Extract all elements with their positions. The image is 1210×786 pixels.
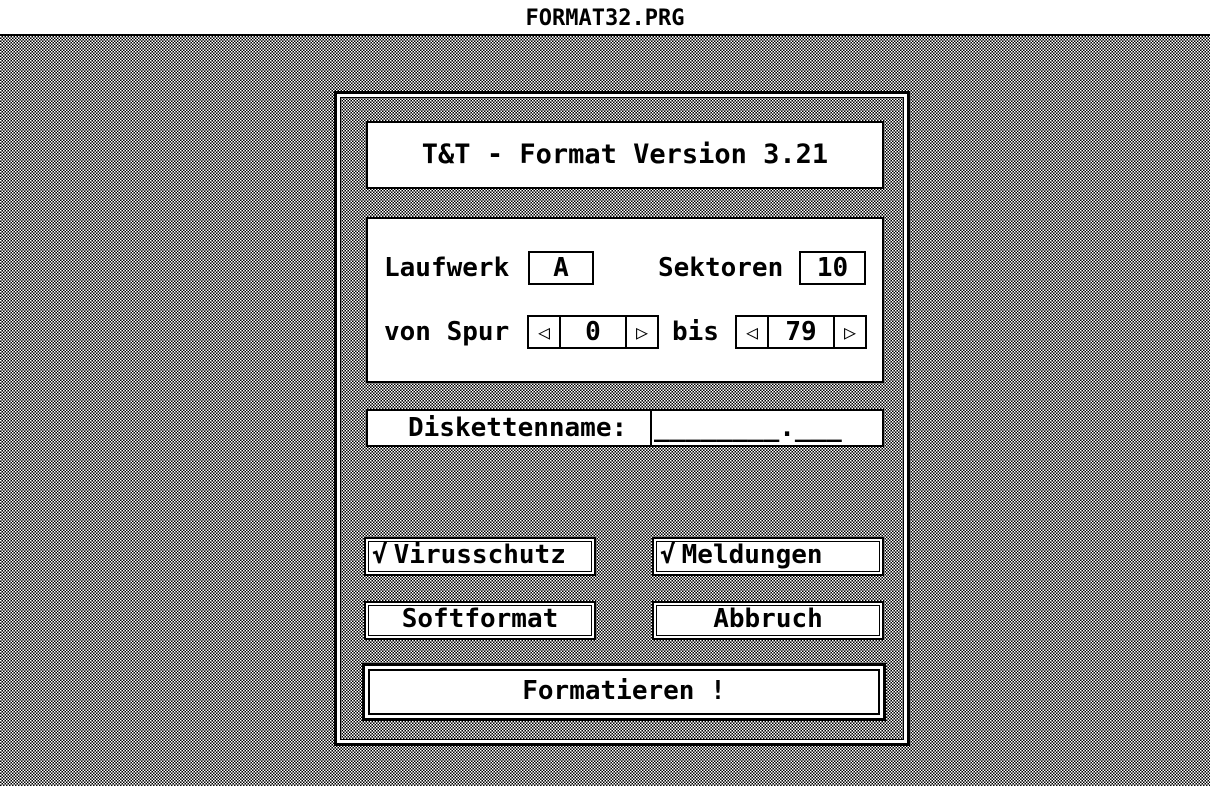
window-title-bar[interactable]: FORMAT32.PRG	[0, 0, 1210, 36]
format-dialog: T&T - Format Version 3.21 Laufwerk A Sek…	[334, 91, 910, 746]
drive-label: Laufwerk	[384, 253, 510, 283]
messages-label: Meldungen	[681, 540, 823, 570]
track-to-value[interactable]: 79	[769, 317, 833, 347]
window-title: FORMAT32.PRG	[525, 6, 685, 31]
arrow-left-icon[interactable]: ◁	[529, 317, 561, 347]
arrow-right-icon[interactable]: ▷	[625, 317, 657, 347]
drive-field[interactable]: A	[528, 251, 594, 285]
disk-name-box: Diskettenname: ________.___	[366, 409, 884, 447]
dialog-heading: T&T - Format Version 3.21	[421, 139, 829, 170]
arrow-left-icon[interactable]: ◁	[737, 317, 769, 347]
sectors-field[interactable]: 10	[799, 251, 866, 285]
disk-name-input[interactable]: ________.___	[650, 411, 850, 445]
cancel-button[interactable]: Abbruch	[652, 601, 884, 640]
disk-name-label: Diskettenname:	[408, 413, 628, 443]
checkmark-icon: √	[660, 540, 676, 570]
sectors-label: Sektoren	[658, 253, 784, 283]
messages-checkbox[interactable]: √ Meldungen	[652, 537, 884, 576]
checkmark-icon: √	[372, 540, 388, 570]
arrow-right-icon[interactable]: ▷	[833, 317, 865, 347]
track-from-value[interactable]: 0	[561, 317, 625, 347]
track-from-spinner: ◁ 0 ▷	[527, 315, 659, 349]
track-from-label: von Spur	[384, 317, 510, 347]
softformat-button[interactable]: Softformat	[364, 601, 596, 640]
track-to-spinner: ◁ 79 ▷	[735, 315, 867, 349]
dialog-heading-box: T&T - Format Version 3.21	[366, 121, 884, 189]
virus-protection-label: Virusschutz	[393, 540, 566, 570]
format-button[interactable]: Formatieren !	[362, 663, 886, 721]
track-to-label: bis	[672, 317, 719, 347]
virus-protection-checkbox[interactable]: √ Virusschutz	[364, 537, 596, 576]
format-parameters-box: Laufwerk A Sektoren 10 von Spur ◁ 0 ▷ bi…	[366, 217, 884, 383]
